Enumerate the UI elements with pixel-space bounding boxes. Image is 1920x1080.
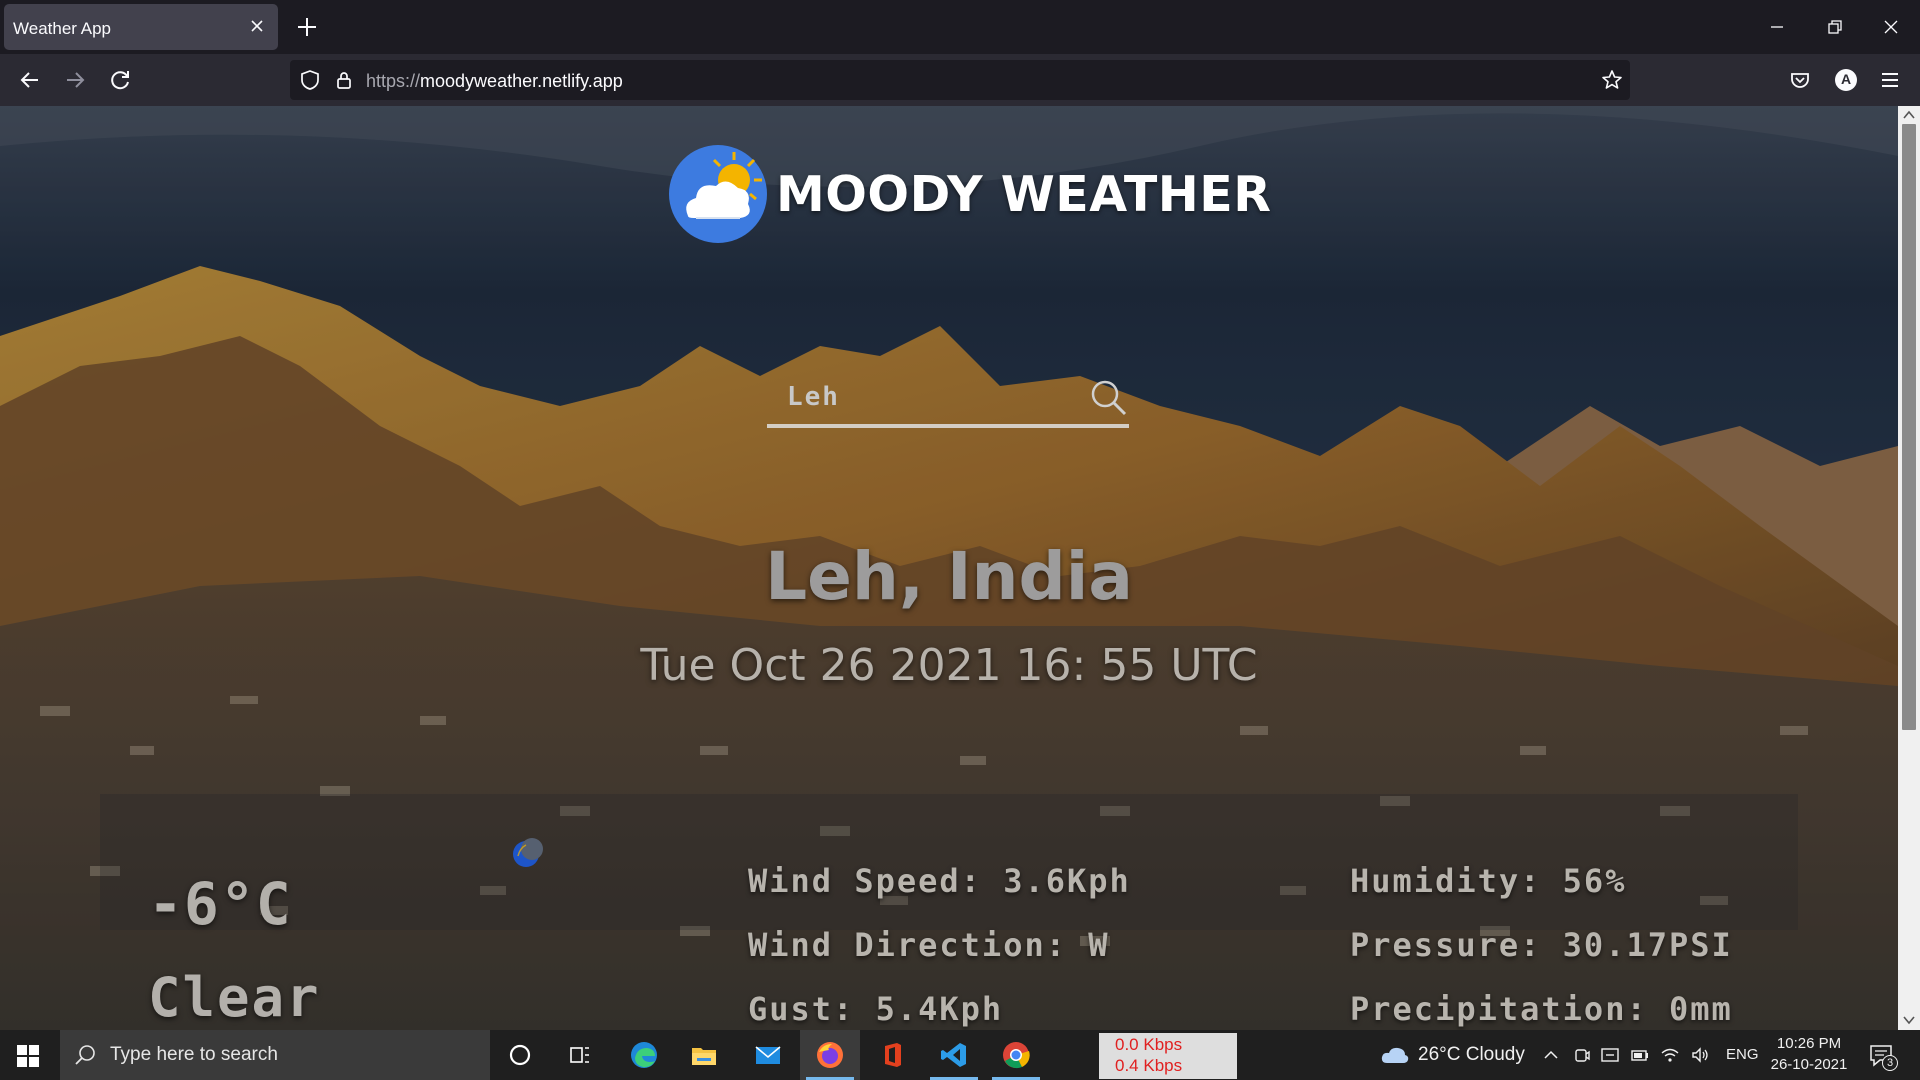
- forward-icon[interactable]: [61, 66, 89, 94]
- star-bookmark-icon[interactable]: [1600, 68, 1624, 92]
- tab-title: Weather App: [13, 19, 111, 38]
- url-host: moodyweather.netlify.app: [420, 71, 623, 91]
- lock-icon[interactable]: [332, 68, 356, 92]
- url-text[interactable]: https://moodyweather.netlify.app: [366, 71, 623, 92]
- net-upload-speed: 0.4 Kbps: [1115, 1056, 1183, 1075]
- task-view-icon: [570, 1047, 589, 1063]
- avatar-letter: A: [1840, 71, 1852, 87]
- cloud-icon[interactable]: [1380, 1043, 1410, 1067]
- hamburger-menu-icon[interactable]: [1876, 66, 1904, 94]
- shield-icon[interactable]: [298, 68, 322, 92]
- screen: Weather App https://moodyweather.netlify…: [0, 0, 1920, 1080]
- taskbar-office[interactable]: [862, 1030, 922, 1080]
- humidity: Humidity: 56%: [1350, 862, 1627, 900]
- pocket-icon[interactable]: [1786, 66, 1814, 94]
- scroll-thumb[interactable]: [1902, 124, 1916, 730]
- city-name: Leh, India: [765, 538, 1133, 615]
- taskbar-vscode[interactable]: [924, 1030, 984, 1080]
- precipitation: Precipitation: 0mm: [1350, 990, 1733, 1028]
- security-center-icon[interactable]: [1600, 1045, 1620, 1065]
- close-window-icon[interactable]: [1876, 12, 1906, 42]
- account-avatar[interactable]: A: [1832, 66, 1860, 94]
- taskbar-firefox[interactable]: [800, 1030, 860, 1080]
- app-title: MOODY WEATHER: [776, 166, 1272, 223]
- action-center-button[interactable]: 3: [1868, 1042, 1898, 1071]
- scroll-down-icon[interactable]: [1902, 1014, 1916, 1026]
- net-download-speed: 0.0 Kbps: [1115, 1035, 1183, 1054]
- taskbar-search-box[interactable]: Type here to search: [60, 1030, 490, 1080]
- volume-icon[interactable]: [1690, 1045, 1710, 1065]
- cortana-button[interactable]: [490, 1030, 550, 1080]
- chrome-icon: [1003, 1042, 1030, 1069]
- url-scheme: https://: [366, 71, 421, 91]
- temperature: -6°C: [148, 870, 292, 938]
- edge-icon: [631, 1042, 657, 1068]
- input-language[interactable]: ENG: [1726, 1046, 1759, 1063]
- local-datetime: Tue Oct 26 2021 16: 55 UTC: [640, 640, 1258, 691]
- office-icon: [885, 1043, 901, 1067]
- clock-time[interactable]: 10:26 PM: [1774, 1035, 1844, 1052]
- browser-tab[interactable]: Weather App: [4, 4, 278, 50]
- vscode-icon: [941, 1043, 966, 1067]
- close-tab-icon[interactable]: [248, 17, 266, 35]
- clock-date[interactable]: 26-10-2021: [1768, 1056, 1850, 1073]
- windows-start-icon[interactable]: [16, 1044, 40, 1068]
- firefox-icon: [817, 1042, 843, 1068]
- city-search: [767, 370, 1129, 428]
- moon-icon: [513, 838, 543, 867]
- folder-icon: [692, 1048, 716, 1065]
- chevron-up-icon[interactable]: [1541, 1045, 1561, 1065]
- page-viewport: MOODY WEATHER Leh, India Tue Oct 26 2021…: [0, 106, 1898, 1030]
- minimize-icon[interactable]: [1762, 12, 1792, 42]
- back-icon[interactable]: [16, 66, 44, 94]
- scroll-up-icon[interactable]: [1902, 109, 1916, 121]
- condition-text: Clear: [148, 966, 321, 1029]
- search-icon[interactable]: [1087, 376, 1129, 418]
- cloud-sun-logo-icon: [669, 145, 767, 243]
- windows-taskbar: Type here to search 0.0 Kbps 0.4 Kbps 26…: [0, 1030, 1920, 1080]
- wifi-icon[interactable]: [1660, 1045, 1680, 1065]
- taskbar-file-explorer[interactable]: [674, 1030, 734, 1080]
- app-logo[interactable]: MOODY WEATHER: [668, 144, 1271, 244]
- notification-count-badge: 3: [1882, 1055, 1898, 1071]
- address-bar[interactable]: https://moodyweather.netlify.app: [290, 60, 1630, 100]
- taskbar-search-placeholder: Type here to search: [110, 1044, 278, 1065]
- gust: Gust: 5.4Kph: [748, 990, 1004, 1028]
- meet-now-icon[interactable]: [1572, 1045, 1592, 1065]
- restore-icon[interactable]: [1820, 12, 1850, 42]
- taskbar-chrome[interactable]: [986, 1030, 1046, 1080]
- search-icon: [75, 1045, 95, 1065]
- taskbar-edge[interactable]: [614, 1030, 674, 1080]
- tray-weather-text[interactable]: 26°C Cloudy: [1418, 1044, 1525, 1066]
- new-tab-icon[interactable]: [294, 14, 320, 40]
- cortana-icon: [509, 1044, 531, 1066]
- task-view-button[interactable]: [550, 1030, 610, 1080]
- browser-tab-bar: Weather App: [0, 0, 1920, 54]
- wind-direction: Wind Direction: W: [748, 926, 1110, 964]
- search-underline: [767, 424, 1129, 428]
- reload-icon[interactable]: [106, 66, 134, 94]
- network-speed-monitor: 0.0 Kbps 0.4 Kbps: [1099, 1033, 1237, 1079]
- city-search-input[interactable]: [767, 370, 1087, 424]
- pressure: Pressure: 30.17PSI: [1350, 926, 1733, 964]
- browser-toolbar: https://moodyweather.netlify.app A: [0, 54, 1920, 106]
- wind-speed: Wind Speed: 3.6Kph: [748, 862, 1131, 900]
- taskbar-mail[interactable]: [738, 1030, 798, 1080]
- battery-icon[interactable]: [1630, 1045, 1650, 1065]
- page-scrollbar[interactable]: [1898, 106, 1920, 1030]
- mail-icon: [755, 1046, 781, 1064]
